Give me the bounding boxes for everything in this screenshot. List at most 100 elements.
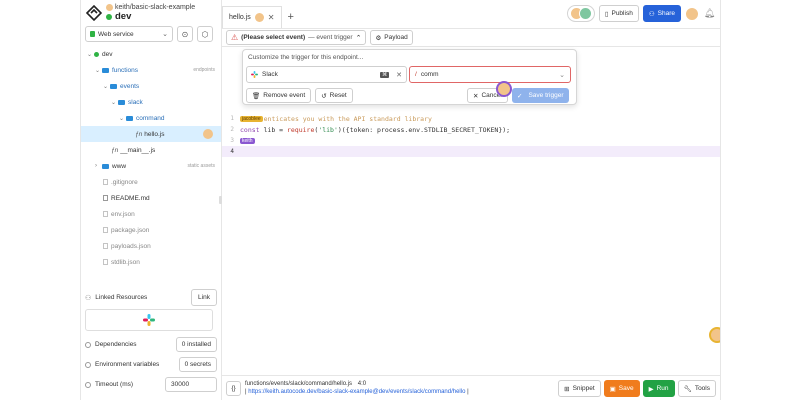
clear-icon[interactable]: ✕ — [396, 71, 402, 79]
status-path: functions/events/slack/command/hello.js — [245, 381, 353, 387]
reset-button[interactable]: ↺ Reset — [315, 88, 353, 103]
users-icon: ⚇ — [648, 10, 655, 18]
keyboard-icon: ⌘ — [380, 71, 390, 78]
app-window: keith/basic-slack-example dev Web servic… — [80, 0, 721, 400]
tree-item-www[interactable]: › www static assets — [81, 158, 221, 174]
chevron-up-icon: ⌃ — [355, 34, 362, 42]
file-icon — [103, 227, 108, 233]
tools-button[interactable]: 🔧︎ Tools — [677, 380, 716, 397]
tree-item-payloads-json[interactable]: payloads.json — [81, 238, 221, 254]
box-icon: ⬡ — [201, 29, 209, 39]
file-icon — [103, 259, 108, 265]
tree-item-events[interactable]: ⌄ events — [81, 78, 221, 94]
collaborator-avatar — [203, 129, 213, 139]
collaborator-cursor-avatar — [496, 81, 512, 97]
service-select[interactable]: Web service ⌄ — [85, 26, 173, 42]
function-icon: ƒn — [111, 146, 119, 154]
save-button[interactable]: ▣ Save — [603, 380, 640, 397]
payload-button[interactable]: ⚙ Payload — [370, 30, 413, 45]
chevron-down-icon: ⌄ — [119, 115, 125, 122]
dependencies-row: Dependencies 0 installed — [85, 337, 217, 352]
save-icon: ▣ — [609, 385, 616, 393]
event-source-select[interactable]: Slack ⌘ ✕ — [246, 66, 407, 83]
brand: keith/basic-slack-example dev — [86, 4, 195, 22]
tab-bar: hello.js ✕ + — [222, 6, 294, 28]
dependencies-icon — [85, 341, 91, 348]
publish-button[interactable]: ▯ Publish — [598, 5, 639, 22]
project-path[interactable]: keith/basic-slack-example — [115, 4, 195, 11]
service-row: Web service ⌄ ⊙ ⬡ — [85, 26, 213, 42]
check-icon: ✓ — [517, 92, 523, 100]
status-bar: {} functions/events/slack/command/hello.… — [222, 375, 720, 400]
code-editor[interactable]: 1 jacoblee enticates you with the API st… — [222, 113, 720, 157]
remove-event-button[interactable]: 🗑︎ Remove event — [246, 88, 312, 103]
code-braces-icon[interactable]: {} — [226, 380, 241, 396]
wrench-icon: 🔧︎ — [683, 385, 692, 393]
main-panel: hello.js ✕ + ▯ Publish ⚇ Share 🔔︎ ⚠ (Ple… — [222, 0, 720, 400]
folder-icon — [102, 67, 109, 73]
endpoint-url-link[interactable]: https://keith.autocode.dev/basic-slack-e… — [248, 389, 465, 395]
command-input[interactable]: / comm ⌄ — [409, 66, 571, 83]
tree-item-command[interactable]: ⌄ command — [81, 110, 221, 126]
trash-icon: 🗑︎ — [252, 92, 261, 100]
dependencies-button[interactable]: 0 installed — [175, 337, 217, 352]
collaborator-avatar — [578, 7, 592, 20]
link-button[interactable]: Link — [191, 289, 217, 306]
env-vars-button[interactable]: 0 secrets — [178, 357, 217, 372]
chevron-down-icon: ⌄ — [103, 83, 109, 90]
tab-hello-js[interactable]: hello.js ✕ — [222, 6, 282, 28]
timeout-input[interactable]: 30000 — [165, 377, 217, 392]
tree-item-functions[interactable]: ⌄ functions endpoints — [81, 62, 221, 78]
snippet-button[interactable]: ⊞ Snippet — [558, 380, 601, 397]
code-line-active: 4 — [222, 146, 720, 157]
profile-avatar[interactable] — [685, 6, 699, 21]
plus-box-icon: ⊞ — [564, 385, 570, 393]
bell-icon[interactable]: 🔔︎ — [703, 7, 716, 20]
code-line: 2 const lib = require ( 'lib' )({token: … — [230, 125, 511, 134]
close-icon[interactable]: ✕ — [268, 13, 275, 22]
settings-button[interactable]: ⊙ — [177, 26, 193, 42]
folder-icon — [126, 115, 133, 121]
env-dot — [94, 51, 99, 57]
collaborator-tag: keith — [240, 137, 255, 144]
env-name[interactable]: dev — [115, 11, 131, 22]
autocode-logo-icon[interactable] — [86, 5, 102, 21]
run-button[interactable]: ▶ Run — [642, 380, 675, 397]
sidebar: keith/basic-slack-example dev Web servic… — [81, 0, 222, 400]
chevron-down-icon: ⌄ — [162, 31, 168, 38]
timeout-row: Timeout (ms) 30000 — [85, 377, 217, 392]
tree-item-hello-js[interactable]: ƒn hello.js — [81, 126, 221, 142]
tree-item-readme[interactable]: README.md — [81, 190, 221, 206]
tree-item-slack[interactable]: ⌄ slack — [81, 94, 221, 110]
tree-item-package-json[interactable]: package.json — [81, 222, 221, 238]
endpoint-toolbar: ⚠ (Please select event) — event trigger … — [222, 28, 720, 47]
status-info: functions/events/slack/command/hello.js … — [245, 381, 469, 395]
collaborators-group[interactable] — [566, 5, 595, 22]
linked-slack-resource[interactable] — [85, 309, 213, 331]
tree-item-dev[interactable]: ⌄ dev — [81, 46, 221, 62]
package-button[interactable]: ⬡ — [197, 26, 213, 42]
key-icon — [85, 361, 91, 368]
tree-item-env-json[interactable]: env.json — [81, 206, 221, 222]
collaborator-cursor-avatar — [709, 327, 720, 343]
tree-item-main-js[interactable]: ƒn __main__.js — [81, 142, 221, 158]
popup-title: Customize the trigger for this endpoint.… — [248, 54, 364, 61]
add-tab-button[interactable]: + — [288, 11, 294, 23]
play-icon: ▶ — [648, 385, 654, 393]
undo-icon: ↺ — [321, 92, 327, 100]
event-trigger-selector[interactable]: ⚠ (Please select event) — event trigger … — [226, 30, 367, 45]
env-status-dot — [106, 13, 112, 20]
collaborator-tag: jacoblee — [240, 115, 263, 122]
save-trigger-button[interactable]: ✓ Save trigger — [512, 88, 569, 103]
function-icon: ƒn — [135, 130, 143, 138]
collaborator-avatar — [254, 13, 264, 22]
gear-icon: ⊙ — [181, 29, 189, 39]
slack-icon — [143, 314, 155, 326]
share-button[interactable]: ⚇ Share — [642, 5, 681, 22]
tree-item-stdlib-json[interactable]: stdlib.json — [81, 254, 221, 270]
warning-icon: ⚠ — [231, 33, 239, 42]
file-icon — [103, 211, 108, 217]
user-avatar — [106, 4, 113, 11]
tree-item-gitignore[interactable]: .gitignore — [81, 174, 221, 190]
file-tree: ⌄ dev ⌄ functions endpoints ⌄ events ⌄ s… — [81, 46, 221, 270]
